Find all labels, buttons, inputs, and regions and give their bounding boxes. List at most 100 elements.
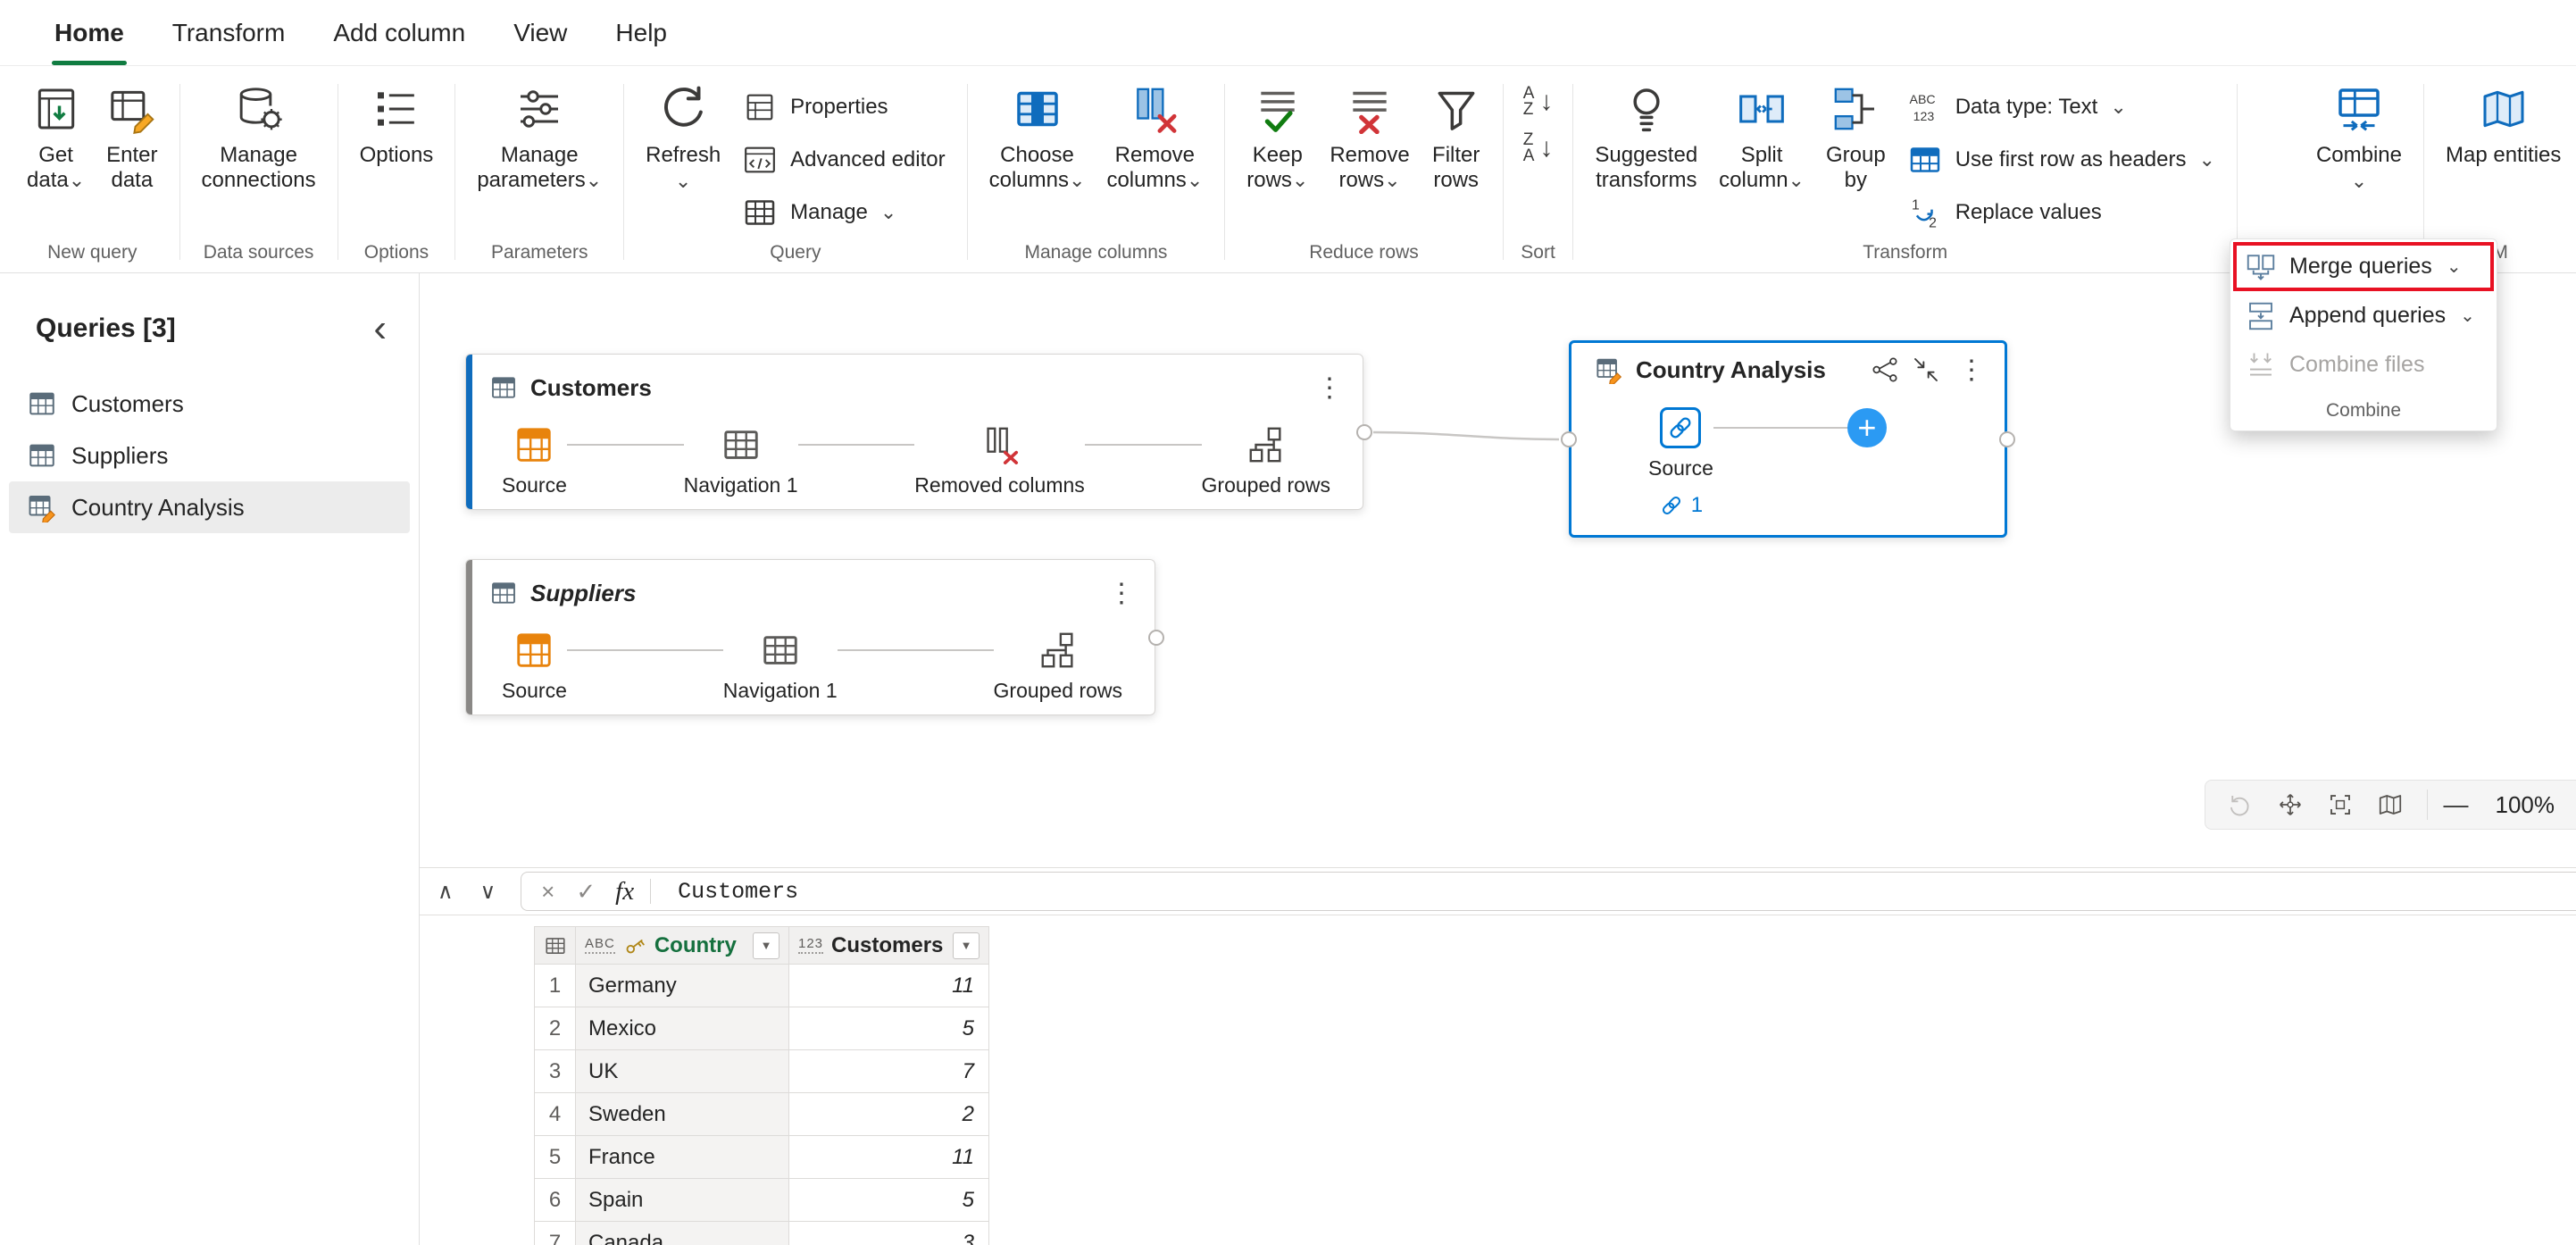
zoom-out-button[interactable]: — bbox=[2444, 790, 2469, 819]
use-first-row-as-headers-button[interactable]: Use first row as headers ⌄ bbox=[1897, 133, 2226, 186]
reference-count-badge[interactable]: 1 bbox=[1659, 493, 1703, 518]
query-item-customers[interactable]: Customers bbox=[9, 378, 410, 430]
more-options-icon[interactable]: ⋮ bbox=[1103, 578, 1140, 609]
properties-button[interactable]: Properties bbox=[731, 80, 955, 133]
menu-view[interactable]: View bbox=[489, 0, 591, 65]
customers-cell[interactable]: 7 bbox=[789, 1050, 989, 1093]
column-header-customers[interactable]: 123 Customers ▼ bbox=[789, 927, 989, 965]
step-grouped-rows[interactable]: Grouped rows bbox=[994, 630, 1122, 703]
filter-rows-button[interactable]: Filter rows bbox=[1421, 77, 1492, 201]
customers-cell[interactable]: 2 bbox=[789, 1093, 989, 1136]
formula-input[interactable]: Customers bbox=[658, 879, 2567, 905]
step-connector bbox=[1085, 444, 1202, 446]
row-number[interactable]: 2 bbox=[535, 1007, 576, 1050]
step-grouped-rows[interactable]: Grouped rows bbox=[1202, 424, 1330, 497]
connector-port[interactable] bbox=[1561, 431, 1577, 447]
next-step-button[interactable]: ∨ bbox=[480, 879, 496, 905]
options-button[interactable]: Options bbox=[349, 77, 445, 175]
refresh-button[interactable]: Refresh ⌄ bbox=[635, 77, 731, 200]
connector-port[interactable] bbox=[1999, 431, 2015, 447]
connector-port[interactable] bbox=[1148, 630, 1164, 646]
get-data-button[interactable]: Get data⌄ bbox=[16, 77, 96, 201]
menu-home[interactable]: Home bbox=[30, 0, 148, 65]
map-entities-button[interactable]: Map entities bbox=[2435, 77, 2572, 175]
menu-item-merge-queries[interactable]: Merge queries ⌄ bbox=[2230, 242, 2497, 291]
step-source[interactable]: Source bbox=[502, 424, 567, 497]
menu-item-combine-files[interactable]: Combine files bbox=[2230, 340, 2497, 389]
sort-ascending-button[interactable]: AZ ↓ bbox=[1514, 82, 1563, 121]
country-cell[interactable]: Canada bbox=[576, 1222, 789, 1245]
country-cell[interactable]: France bbox=[576, 1136, 789, 1179]
combine-button[interactable]: Combine ⌄ bbox=[2305, 77, 2413, 200]
menu-help[interactable]: Help bbox=[591, 0, 691, 65]
select-all-corner[interactable] bbox=[535, 927, 576, 965]
more-options-icon[interactable]: ⋮ bbox=[1953, 355, 1990, 386]
query-item-country-analysis[interactable]: Country Analysis bbox=[9, 481, 410, 533]
add-step-button[interactable]: + bbox=[1847, 408, 1887, 447]
mini-map-button[interactable] bbox=[2370, 784, 2411, 825]
customers-cell[interactable]: 5 bbox=[789, 1179, 989, 1222]
keep-rows-button[interactable]: Keep rows⌄ bbox=[1236, 77, 1319, 201]
step-connector bbox=[1713, 427, 1847, 429]
customers-cell[interactable]: 11 bbox=[789, 1136, 989, 1179]
remove-columns-icon bbox=[1130, 84, 1180, 134]
filter-dropdown-button[interactable]: ▼ bbox=[953, 932, 980, 959]
suggested-transforms-button[interactable]: Suggested transforms bbox=[1584, 77, 1708, 201]
connector-port[interactable] bbox=[1356, 424, 1372, 440]
country-cell[interactable]: Spain bbox=[576, 1179, 789, 1222]
row-number[interactable]: 5 bbox=[535, 1136, 576, 1179]
manage-button[interactable]: Manage ⌄ bbox=[731, 186, 955, 238]
replace-values-button[interactable]: Replace values bbox=[1897, 186, 2226, 238]
advanced-editor-button[interactable]: Advanced editor bbox=[731, 133, 955, 186]
step-source-merge[interactable]: Source 1 bbox=[1648, 407, 1713, 518]
remove-columns-button[interactable]: Remove columns⌄ bbox=[1096, 77, 1213, 201]
previous-step-button[interactable]: ∧ bbox=[438, 879, 454, 905]
country-cell[interactable]: Sweden bbox=[576, 1093, 789, 1136]
country-cell[interactable]: UK bbox=[576, 1050, 789, 1093]
full-screen-button[interactable] bbox=[2320, 784, 2361, 825]
manage-connections-button[interactable]: Manage connections bbox=[191, 77, 327, 201]
step-navigation[interactable]: Navigation 1 bbox=[684, 424, 798, 497]
country-cell[interactable]: Mexico bbox=[576, 1007, 789, 1050]
menu-transform[interactable]: Transform bbox=[148, 0, 310, 65]
customers-cell[interactable]: 11 bbox=[789, 965, 989, 1007]
undo-layout-button[interactable] bbox=[2220, 784, 2261, 825]
data-type-button[interactable]: Data type: Text ⌄ bbox=[1897, 80, 2226, 133]
step-source[interactable]: Source bbox=[502, 630, 567, 703]
step-removed-columns[interactable]: Removed columns bbox=[914, 424, 1084, 497]
sort-descending-button[interactable]: ZA ↓ bbox=[1514, 129, 1563, 168]
row-number[interactable]: 3 bbox=[535, 1050, 576, 1093]
customers-cell[interactable]: 3 bbox=[789, 1222, 989, 1245]
manage-parameters-button[interactable]: Manage parameters⌄ bbox=[466, 77, 613, 201]
row-number[interactable]: 1 bbox=[535, 965, 576, 1007]
column-header-country[interactable]: ABC Country ▼ bbox=[576, 927, 789, 965]
fit-to-view-button[interactable] bbox=[2270, 784, 2311, 825]
menu-add-column[interactable]: Add column bbox=[309, 0, 489, 65]
row-number[interactable]: 7 bbox=[535, 1222, 576, 1245]
choose-columns-button[interactable]: Choose columns⌄ bbox=[979, 77, 1096, 201]
collapse-box-icon[interactable] bbox=[1912, 355, 1940, 384]
row-number[interactable]: 6 bbox=[535, 1179, 576, 1222]
filter-dropdown-button[interactable]: ▼ bbox=[753, 932, 779, 959]
enter-data-button[interactable]: Enter data bbox=[96, 77, 168, 201]
split-column-button[interactable]: Split column⌄ bbox=[1708, 77, 1815, 201]
collapse-pane-icon[interactable]: ‹ bbox=[368, 313, 392, 344]
query-box-title: Suppliers bbox=[530, 580, 1090, 607]
group-by-button[interactable]: Group by bbox=[1815, 77, 1897, 201]
query-box-customers[interactable]: Customers ⋮ Source Navigation 1 bbox=[465, 354, 1363, 510]
cancel-formula-button[interactable]: × bbox=[530, 878, 565, 906]
country-cell[interactable]: Germany bbox=[576, 965, 789, 1007]
more-options-icon[interactable]: ⋮ bbox=[1311, 372, 1348, 404]
step-navigation[interactable]: Navigation 1 bbox=[723, 630, 838, 703]
customers-cell[interactable]: 5 bbox=[789, 1007, 989, 1050]
menu-item-append-queries[interactable]: Append queries ⌄ bbox=[2230, 291, 2497, 340]
query-box-suppliers[interactable]: Suppliers ⋮ Source Navigation 1 bbox=[465, 559, 1155, 715]
related-queries-icon[interactable] bbox=[1871, 355, 1899, 384]
commit-formula-button[interactable]: ✓ bbox=[565, 878, 606, 906]
ribbon-group-data-sources: Manage connections Data sources bbox=[180, 71, 338, 272]
query-box-country-analysis[interactable]: Country Analysis ⋮ Source 1 bbox=[1569, 340, 2007, 538]
row-number[interactable]: 4 bbox=[535, 1093, 576, 1136]
query-item-suppliers[interactable]: Suppliers bbox=[9, 430, 410, 481]
navigation-step-icon bbox=[760, 630, 801, 671]
remove-rows-button[interactable]: Remove rows⌄ bbox=[1319, 77, 1420, 201]
